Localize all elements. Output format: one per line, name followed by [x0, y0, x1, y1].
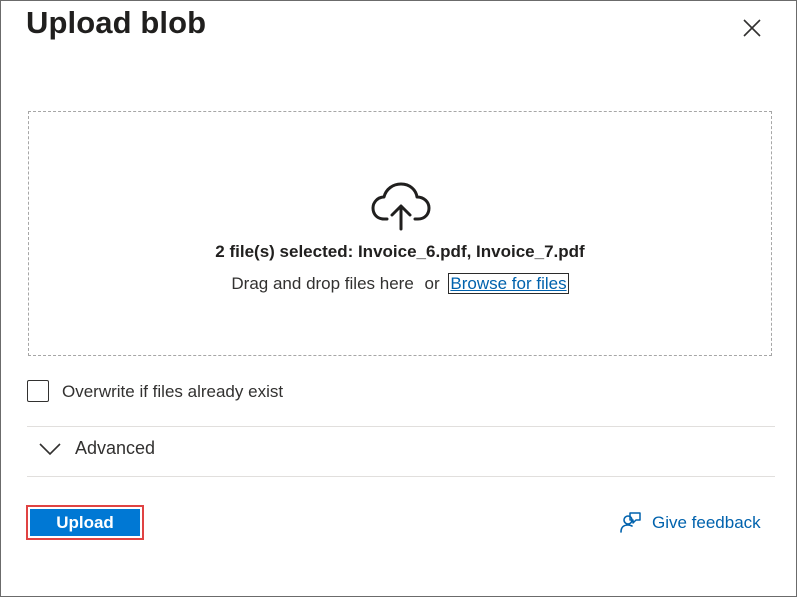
upload-button[interactable]: Upload	[26, 505, 144, 540]
selected-files-text: 2 file(s) selected: Invoice_6.pdf, Invoi…	[215, 242, 585, 261]
overwrite-checkbox[interactable]	[27, 380, 49, 402]
chevron-down-icon	[39, 442, 61, 455]
drag-drop-row: Drag and drop files here or Browse for f…	[29, 273, 771, 294]
give-feedback-label: Give feedback	[652, 513, 761, 532]
advanced-label: Advanced	[75, 438, 156, 458]
divider-bottom	[27, 476, 775, 477]
advanced-toggle[interactable]: Advanced	[39, 438, 155, 459]
cloud-upload-icon	[371, 182, 431, 231]
overwrite-label: Overwrite if files already exist	[62, 382, 284, 401]
upload-button-label: Upload	[30, 509, 140, 536]
dialog-title: Upload blob	[26, 5, 207, 40]
browse-files-link[interactable]: Browse for files	[448, 273, 569, 294]
give-feedback-link[interactable]: Give feedback	[618, 511, 761, 535]
close-button[interactable]	[736, 12, 768, 44]
or-text: or	[424, 274, 440, 293]
upload-blob-dialog: Upload blob 2 file(s) selected: Invoice_…	[0, 0, 797, 597]
divider-top	[27, 426, 775, 427]
file-dropzone[interactable]: 2 file(s) selected: Invoice_6.pdf, Invoi…	[28, 111, 772, 356]
feedback-icon	[620, 512, 641, 533]
close-icon	[743, 19, 761, 37]
drag-drop-text: Drag and drop files here	[231, 274, 414, 293]
